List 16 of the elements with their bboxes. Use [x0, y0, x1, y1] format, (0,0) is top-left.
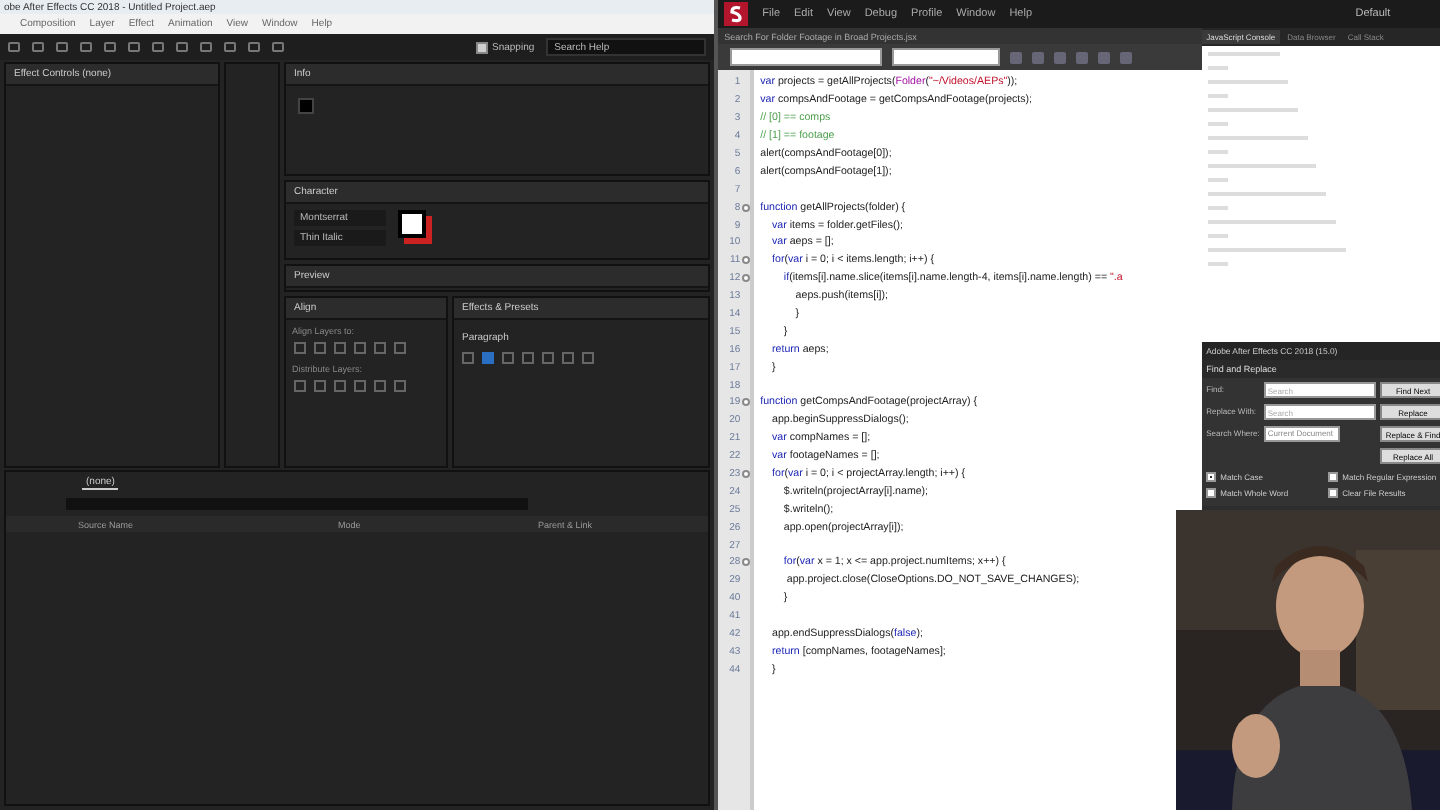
- engine-dropdown[interactable]: [892, 48, 1001, 66]
- checkbox[interactable]: [1328, 488, 1339, 498]
- fold-icon[interactable]: [742, 274, 751, 283]
- target-dropdown[interactable]: [730, 48, 883, 66]
- fold-icon[interactable]: [742, 256, 751, 265]
- fill-stroke-icon[interactable]: [398, 210, 426, 238]
- checkbox[interactable]: [1328, 472, 1339, 482]
- checkbox[interactable]: [1206, 488, 1217, 498]
- fold-icon[interactable]: [742, 558, 751, 567]
- color-swatch: [298, 98, 314, 114]
- fold-icon[interactable]: [742, 470, 751, 479]
- checkbox[interactable]: [476, 41, 488, 53]
- fold-icon[interactable]: [742, 398, 751, 407]
- app-logo-icon: [724, 2, 749, 26]
- fold-icon[interactable]: [742, 203, 751, 212]
- checkbox[interactable]: [1206, 472, 1217, 482]
